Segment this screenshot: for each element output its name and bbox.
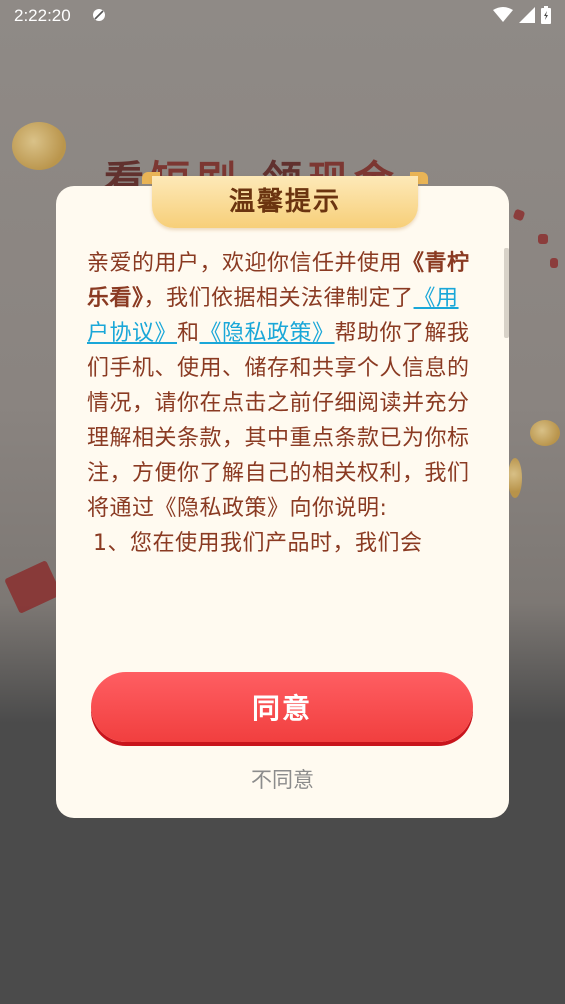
content-text: ，我们依据相关法律制定了 bbox=[143, 286, 414, 311]
status-bar: 2:22:20 bbox=[0, 0, 565, 32]
coin-decoration bbox=[530, 420, 560, 446]
content-text: 和 bbox=[177, 321, 200, 346]
coin-decoration bbox=[12, 122, 66, 170]
dialog-title-ribbon: 温馨提示 bbox=[142, 172, 428, 234]
wifi-icon bbox=[493, 7, 513, 22]
agree-button[interactable]: 同意 bbox=[91, 672, 473, 742]
coin-decoration bbox=[508, 458, 522, 498]
red-envelope-decoration bbox=[4, 560, 62, 614]
red-envelope-decoration bbox=[550, 258, 558, 268]
privacy-dialog: 温馨提示 亲爱的用户，欢迎你信任并使用《青柠乐看》，我们依据相关法律制定了《用户… bbox=[56, 172, 509, 818]
status-time: 2:22:20 bbox=[14, 6, 71, 25]
cellular-signal-icon bbox=[519, 7, 535, 23]
content-text: 帮助你了解我们手机、使用、储存和共享个人信息的情况，请你在点击之前仔细阅读并充分… bbox=[87, 321, 470, 521]
red-envelope-decoration bbox=[512, 208, 526, 222]
scrollbar-thumb[interactable] bbox=[504, 248, 509, 338]
notification-off-icon bbox=[93, 9, 105, 21]
red-envelope-decoration bbox=[538, 234, 548, 244]
battery-icon bbox=[541, 6, 551, 24]
status-icons bbox=[493, 6, 551, 24]
content-paragraph: 亲爱的用户，欢迎你信任并使用《青柠乐看》，我们依据相关法律制定了《用户协议》和《… bbox=[87, 246, 477, 526]
disagree-button[interactable]: 不同意 bbox=[56, 764, 509, 794]
privacy-policy-link[interactable]: 《隐私政策》 bbox=[200, 321, 335, 346]
content-list-item: 1、您在使用我们产品时，我们会 bbox=[93, 531, 423, 556]
content-text: 亲爱的用户，欢迎你信任并使用 bbox=[87, 251, 403, 276]
dialog-title: 温馨提示 bbox=[228, 187, 341, 217]
dialog-content[interactable]: 亲爱的用户，欢迎你信任并使用《青柠乐看》，我们依据相关法律制定了《用户协议》和《… bbox=[87, 246, 477, 648]
